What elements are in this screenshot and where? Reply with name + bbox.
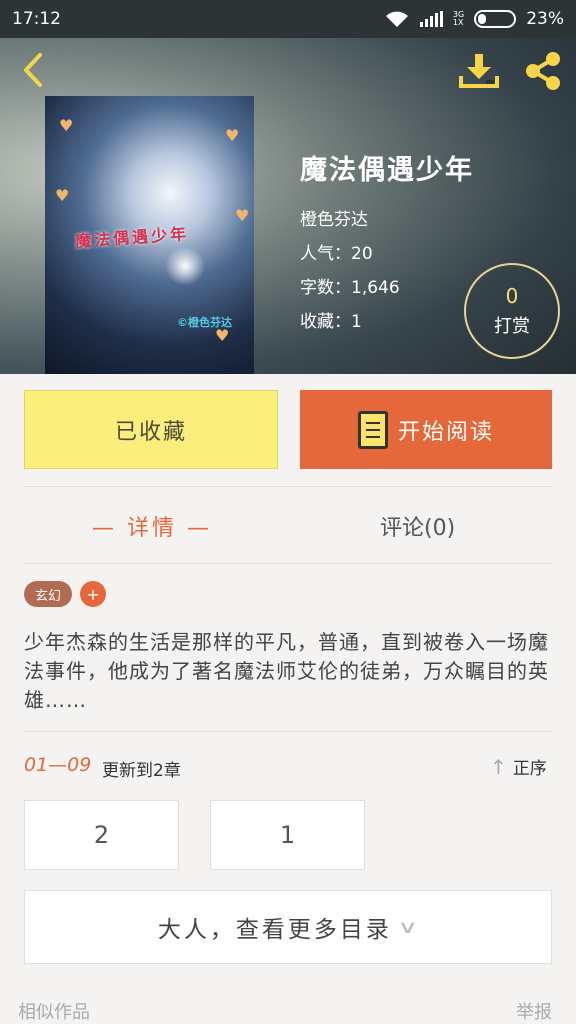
heart-decoration: ♥ — [225, 126, 240, 145]
word-count-row: 字数：1,646 — [300, 273, 474, 298]
sort-label: 正序 — [512, 759, 547, 779]
heart-decoration: ♥ — [235, 206, 250, 225]
more-catalog-button[interactable]: 大人，查看更多目录 ∨ — [24, 890, 552, 964]
divider — [24, 563, 552, 564]
genre-tag[interactable]: 玄幻 — [24, 581, 72, 607]
download-icon[interactable] — [458, 52, 500, 90]
book-cover[interactable]: ♥ ♥ ♥ ♥ ♥ 魔法偶遇少年 ©橙色芬达 — [45, 96, 254, 374]
book-title: 魔法偶遇少年 — [300, 155, 474, 186]
book-description: 少年杰森的生活是那样的平凡，普通，直到被卷入一场魔法事件，他成为了著名魔法师艾伦… — [24, 630, 549, 712]
heart-decoration: ♥ — [59, 116, 74, 135]
add-tag-button[interactable]: + — [80, 581, 106, 607]
tip-count: 0 — [505, 284, 519, 308]
favorited-label: 已收藏 — [114, 419, 187, 445]
chapter-item[interactable]: 1 — [210, 800, 365, 870]
tip-label: 打赏 — [494, 316, 530, 337]
heart-decoration: ♥ — [55, 186, 70, 205]
cover-title: 魔法偶遇少年 — [74, 224, 190, 251]
popularity-row: 人气：20 — [300, 239, 474, 264]
cover-glow — [165, 246, 205, 286]
book-icon — [357, 410, 388, 449]
wifi-icon — [385, 11, 408, 27]
favorites-row: 收藏：1 — [300, 307, 474, 332]
share-icon[interactable] — [522, 50, 564, 92]
signal-icon — [419, 11, 443, 27]
favorites-value: 1 — [351, 312, 362, 332]
network-type: 3G 1X — [452, 10, 465, 27]
sort-arrow-icon: ↑ — [490, 754, 507, 779]
status-bar: 17:12 3G 1X 23% — [0, 0, 576, 38]
start-reading-label: 开始阅读 — [397, 419, 494, 445]
update-date: 01—09 — [24, 754, 92, 776]
word-count-label: 字数： — [300, 278, 351, 298]
status-icons: 3G 1X 23% — [384, 9, 564, 29]
popularity-value: 20 — [351, 244, 373, 264]
book-author[interactable]: 橙色芬达 — [300, 205, 474, 230]
favorites-label: 收藏： — [300, 312, 351, 332]
tab-comments[interactable]: 评论(0) — [380, 510, 455, 542]
book-header: ♥ ♥ ♥ ♥ ♥ 魔法偶遇少年 ©橙色芬达 魔法偶遇少年 橙色芬达 人气：20… — [0, 38, 576, 374]
tip-button[interactable]: 0 打赏 — [464, 263, 560, 359]
sort-toggle[interactable]: ↑ 正序 — [490, 754, 547, 780]
book-info: 魔法偶遇少年 橙色芬达 人气：20 字数：1,646 收藏：1 — [300, 148, 474, 341]
favorited-button[interactable]: 已收藏 — [24, 390, 278, 469]
more-catalog-label: 大人，查看更多目录 — [157, 917, 392, 943]
update-text: 更新到2章 — [102, 761, 181, 781]
chapter-item[interactable]: 2 — [24, 800, 179, 870]
divider — [24, 486, 552, 487]
tab-detail[interactable]: — 详情 — — [92, 510, 212, 542]
back-arrow-icon[interactable] — [18, 52, 48, 88]
similar-works-label: 相似作品 — [18, 1002, 90, 1023]
battery-level: 23% — [526, 9, 564, 29]
start-reading-button[interactable]: 开始阅读 — [300, 390, 552, 469]
report-link[interactable]: 举报 — [516, 998, 552, 1024]
battery-icon — [474, 10, 517, 28]
popularity-label: 人气： — [300, 244, 351, 264]
status-time: 17:12 — [12, 9, 61, 29]
divider — [24, 731, 552, 732]
chevron-down-icon: ∨ — [397, 916, 423, 938]
word-count-value: 1,646 — [351, 278, 400, 298]
cover-author: ©橙色芬达 — [177, 316, 232, 329]
